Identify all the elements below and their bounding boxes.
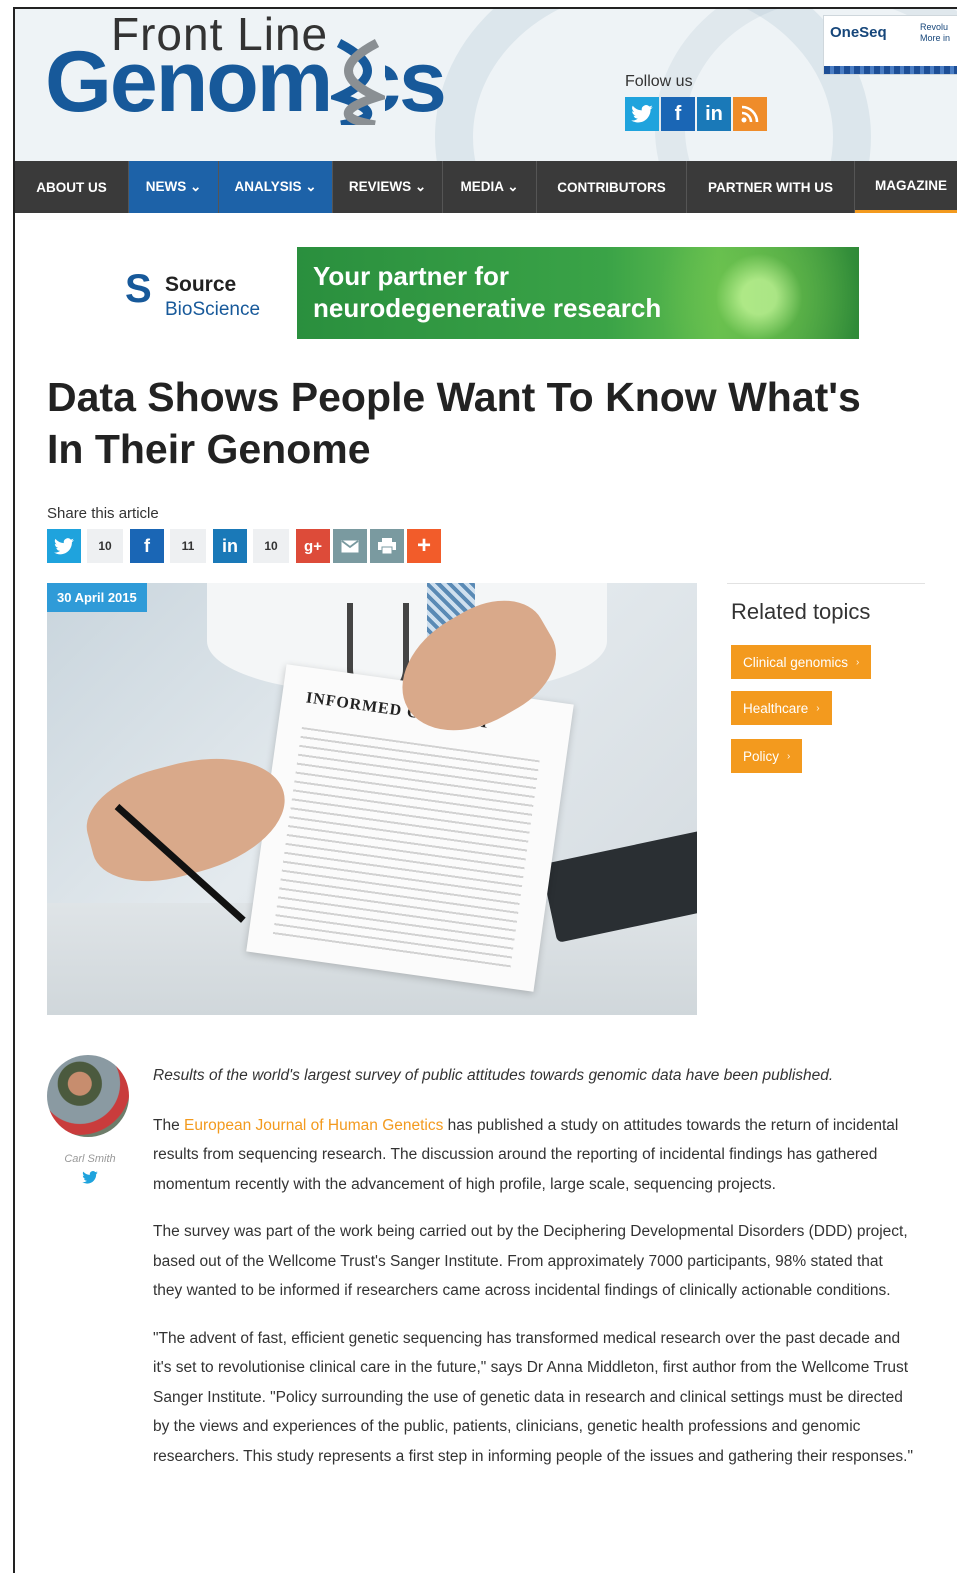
social-links: f in [625,97,767,131]
share-linkedin-icon[interactable]: in [213,529,247,563]
nav-contributors[interactable]: CONTRIBUTORS [537,161,687,213]
share-count-twitter: 10 [87,529,123,563]
article-title: Data Shows People Want To Know What's In… [47,374,861,472]
journal-link[interactable]: European Journal of Human Genetics [184,1117,443,1134]
linkedin-icon[interactable]: in [697,97,731,131]
rss-icon[interactable] [733,97,767,131]
article-paragraph: The survey was part of the work being ca… [153,1223,908,1299]
share-count-linkedin: 10 [253,529,289,563]
sourcebioscience-line2: BioScience [165,299,261,320]
article-body: Results of the world's largest survey of… [153,1061,913,1489]
arrow-right-icon: › [856,656,860,668]
nav-analysis[interactable]: ANALYSIS ⌄ [219,161,333,213]
article-hero-image: INFORMED CONSENT 30 April 2015 [47,583,697,1015]
share-bar: 10 f 11 in 10 g+ + [47,529,444,563]
nav-media[interactable]: MEDIA ⌄ [443,161,537,213]
banner-ad-line1: Your partner for [313,261,509,291]
arrow-right-icon: › [816,702,820,714]
tag-label: Healthcare [743,700,809,716]
tag-label: Clinical genomics [743,654,849,670]
share-print-icon[interactable] [370,529,404,563]
oneseq-logo: OneSeq [830,24,887,41]
paragraph-text: The [153,1116,185,1134]
article-paragraph: The European Journal of Human Genetics h… [153,1111,913,1200]
related-divider [727,583,925,584]
tag-policy[interactable]: Policy › [731,739,803,773]
article-paragraph: "The advent of fast, efficient genetic s… [153,1329,913,1465]
main-nav: ABOUT US NEWS ⌄ ANALYSIS ⌄ REVIEWS ⌄ MED… [15,161,957,213]
share-facebook-icon[interactable]: f [130,529,164,563]
sourcebioscience-line1: Source [165,273,237,296]
oneseq-ad[interactable]: OneSeq Revolu More in [823,15,957,75]
dna-icon [331,39,385,125]
tag-healthcare[interactable]: Healthcare › [731,691,832,725]
share-email-icon[interactable] [333,529,367,563]
banner-ad-line2: neurodegenerative research [313,293,662,323]
oneseq-tagline: Revolu More in [920,22,950,44]
sourcebioscience-mark-icon: S [125,267,152,311]
oneseq-tagline-line: Revolu [920,22,949,32]
nav-about-us[interactable]: ABOUT US [15,161,129,213]
site-header: Front Line Genomics Follow us f in OneSe… [15,9,957,161]
arrow-right-icon: › [787,750,791,762]
date-badge: 30 April 2015 [47,583,147,612]
consent-document-lines [272,726,540,969]
share-twitter-icon[interactable] [47,529,81,563]
banner-ad[interactable]: Your partner for neurodegenerative resea… [297,247,859,339]
tag-clinical-genomics[interactable]: Clinical genomics › [731,645,872,679]
share-label: Share this article [47,505,159,522]
consent-document: INFORMED CONSENT [246,664,574,992]
nav-reviews[interactable]: REVIEWS ⌄ [333,161,443,213]
author-avatar[interactable] [47,1055,129,1137]
nav-magazine[interactable]: MAGAZINE [855,161,957,213]
neuron-image [639,247,859,339]
share-more-icon[interactable]: + [407,529,441,563]
related-topics-title: Related topics [731,599,871,624]
twitter-icon[interactable] [625,97,659,131]
share-count-facebook: 11 [170,529,206,563]
nav-news[interactable]: NEWS ⌄ [129,161,219,213]
page-frame: Front Line Genomics Follow us f in OneSe… [13,7,957,1573]
tag-label: Policy [743,748,780,764]
share-googleplus-icon[interactable]: g+ [296,529,330,563]
nav-partner-with-us[interactable]: PARTNER WITH US [687,161,855,213]
oneseq-tagline-line: More in [920,32,951,43]
follow-us-label: Follow us [625,73,693,90]
author-twitter-icon[interactable] [81,1171,99,1189]
author-name[interactable]: Carl Smith [55,1153,125,1165]
article-lead: Results of the world's largest survey of… [153,1067,834,1084]
oneseq-strip [824,66,957,74]
facebook-icon[interactable]: f [661,97,695,131]
